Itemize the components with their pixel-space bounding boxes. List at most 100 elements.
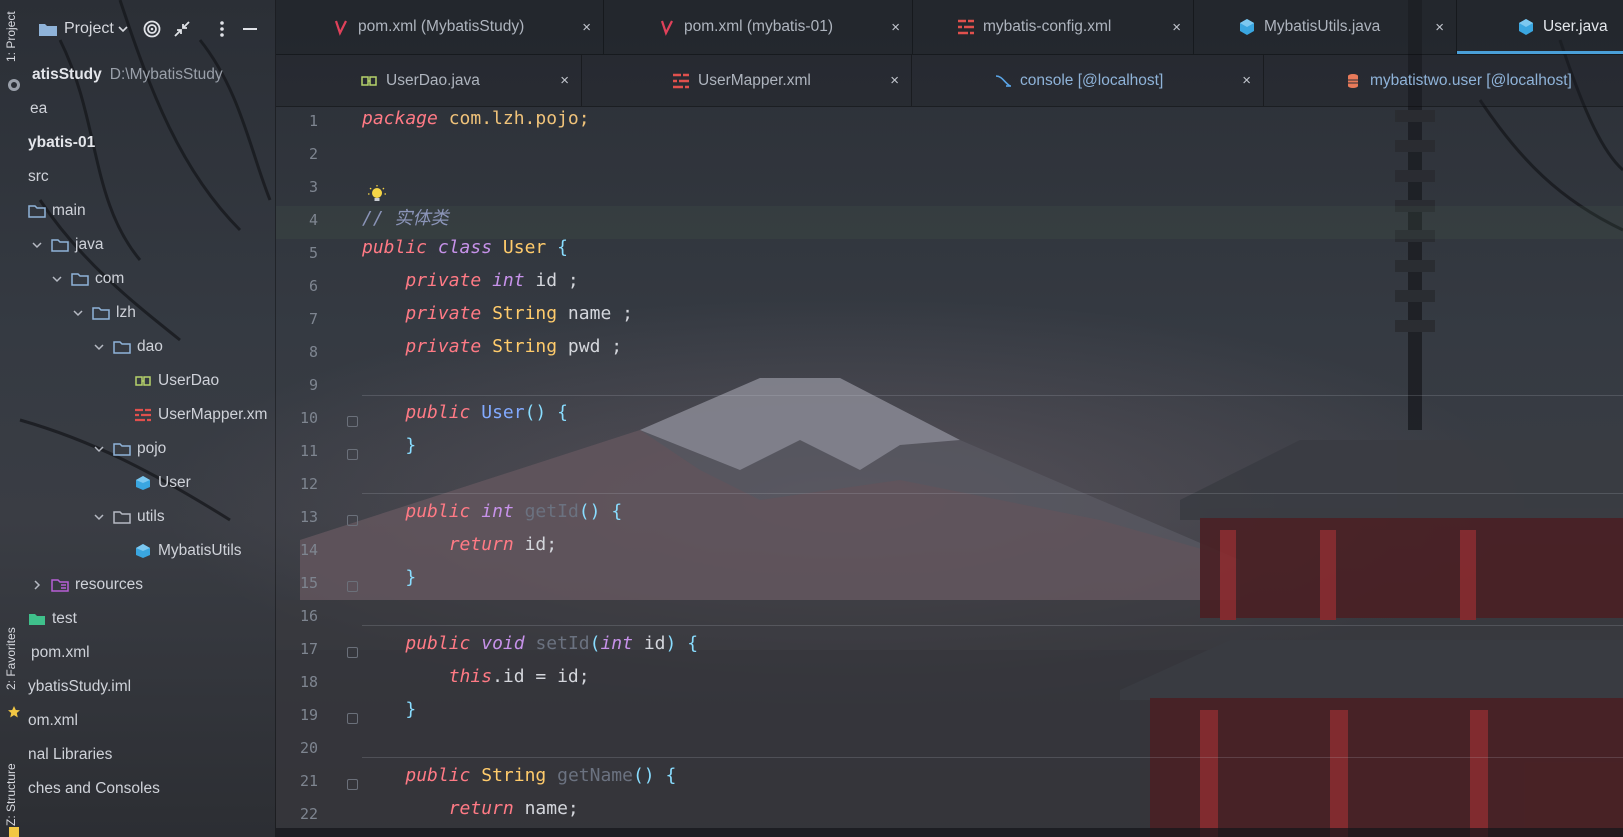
tree-item-userdao[interactable]: UserDao [134,364,219,398]
tree-item-label: utils [137,508,165,525]
tree-item-src[interactable]: src [28,160,49,194]
kebab-icon[interactable] [216,16,228,42]
target-icon[interactable] [142,16,162,42]
chevron-down-icon[interactable] [93,511,105,523]
tree-item-user[interactable]: User [134,466,191,500]
tab-mybatisutils-java[interactable]: MybatisUtils.java × [1194,0,1457,54]
tree-item-module[interactable]: ybatis-01 [28,126,95,160]
code-line-18: this.id = id; [362,666,590,687]
tab-mybatistwo-user[interactable]: mybatistwo.user [@localhost] [1264,55,1623,106]
close-icon[interactable]: × [582,19,591,36]
tab-pom-mybatisstudy[interactable]: pom.xml (MybatisStudy) × [276,0,604,54]
tab-label: MybatisUtils.java [1264,18,1381,35]
tree-item-test[interactable]: test [28,602,77,636]
structure-tool-tab[interactable]: Z: Structure [4,763,18,826]
brace: } [405,567,417,588]
star-icon[interactable] [7,705,21,719]
tab-label: UserMapper.xml [698,71,811,89]
fold-marker[interactable] [347,647,358,658]
tab-mybatis-config[interactable]: mybatis-config.xml × [913,0,1194,54]
tab-console[interactable]: console [@localhost] × [912,55,1264,106]
minimize-icon[interactable] [242,16,258,42]
close-icon[interactable]: × [890,72,899,89]
tab-userdao-java[interactable]: UserDao.java × [276,55,582,106]
fold-marker[interactable] [347,449,358,460]
project-folder-icon [39,24,57,36]
tree-item-root-pom[interactable]: om.xml [28,704,78,738]
close-icon[interactable]: × [1242,72,1251,89]
fold-marker[interactable] [347,416,358,427]
chevron-down-icon[interactable] [51,273,63,285]
tree-item-lzh[interactable]: lzh [72,296,136,330]
chevron-down-icon[interactable] [93,443,105,455]
lightbulb-icon[interactable] [368,185,386,205]
collapse-icon[interactable] [172,16,192,42]
tree-item-idea[interactable]: ea [30,92,47,126]
fold-marker[interactable] [347,713,358,724]
type: int [492,270,525,291]
tree-item-java[interactable]: java [31,228,103,262]
tree-item-pojo[interactable]: pojo [93,432,166,466]
type: String [481,765,547,786]
class-icon [136,544,150,558]
fold-marker[interactable] [347,581,358,592]
tree-item-label: ybatisStudy.iml [28,678,132,695]
tree-item-mybatisutils[interactable]: MybatisUtils [134,534,242,568]
tree-item-com[interactable]: com [51,262,124,296]
method-separator [362,493,1623,494]
line-number: 13 [299,508,318,526]
tree-item-scratches[interactable]: ches and Consoles [28,772,160,806]
tab-pom-mybatis01[interactable]: pom.xml (mybatis-01) × [604,0,913,54]
expression: name; [513,798,579,818]
type: void [481,633,525,654]
fold-marker[interactable] [347,779,358,790]
brace: } [405,435,417,456]
horizontal-scrollbar[interactable] [276,828,1623,837]
tab-usermapper-xml[interactable]: UserMapper.xml × [582,55,912,106]
tab-label: console [@localhost] [1020,71,1164,89]
favorites-tool-tab[interactable]: 2: Favorites [4,627,18,690]
close-icon[interactable]: × [891,19,900,36]
chevron-down-icon[interactable] [31,239,43,251]
tree-item-dao[interactable]: dao [93,330,163,364]
close-icon[interactable]: × [1435,19,1444,36]
tree-item-usermapper[interactable]: UserMapper.xm [134,398,267,432]
project-view-selector[interactable]: Project [38,16,129,42]
tree-item-utils[interactable]: utils [93,500,165,534]
tree-item-external-libraries[interactable]: nal Libraries [28,738,112,772]
tree-item-iml[interactable]: ybatisStudy.iml [28,670,131,704]
line-number: 7 [308,310,318,328]
keyword: private [405,270,482,291]
structure-icon[interactable] [7,826,21,837]
project-tool-icon[interactable] [7,78,21,92]
line-number: 17 [299,640,318,658]
tree-item-root[interactable]: atisStudy D:\MybatisStudy [32,58,223,92]
folder-icon [113,341,131,354]
fold-marker[interactable] [347,515,358,526]
tree-item-pom[interactable]: pom.xml [31,636,90,670]
close-icon[interactable]: × [560,72,569,89]
tab-user-java[interactable]: User.java [1457,0,1623,54]
line-number: 8 [308,343,318,361]
chevron-right-icon[interactable] [31,579,43,591]
type: String [492,336,558,357]
close-icon[interactable]: × [1172,19,1181,36]
tree-item-path: D:\MybatisStudy [109,66,223,83]
folder-icon [28,205,46,218]
method-separator [362,757,1623,758]
keyword: class [437,237,493,258]
project-tool-tab[interactable]: 1: Project [4,11,18,62]
chevron-down-icon[interactable] [93,341,105,353]
line-number: 2 [308,145,318,163]
editor-gutter: 1 2 3 4 5 6 7 8 9 10 11 12 13 14 15 16 1… [276,107,358,837]
chevron-down-icon[interactable] [72,307,84,319]
code-editor[interactable]: 1 2 3 4 5 6 7 8 9 10 11 12 13 14 15 16 1… [276,107,1623,837]
keyword: private [405,336,482,357]
field: pwd ; [557,336,623,357]
parens: () [632,765,655,786]
brace: { [611,501,623,522]
tree-item-main[interactable]: main [28,194,86,228]
line-number: 19 [299,706,318,724]
tree-item-resources[interactable]: resources [31,568,143,602]
keyword: return [448,534,514,555]
